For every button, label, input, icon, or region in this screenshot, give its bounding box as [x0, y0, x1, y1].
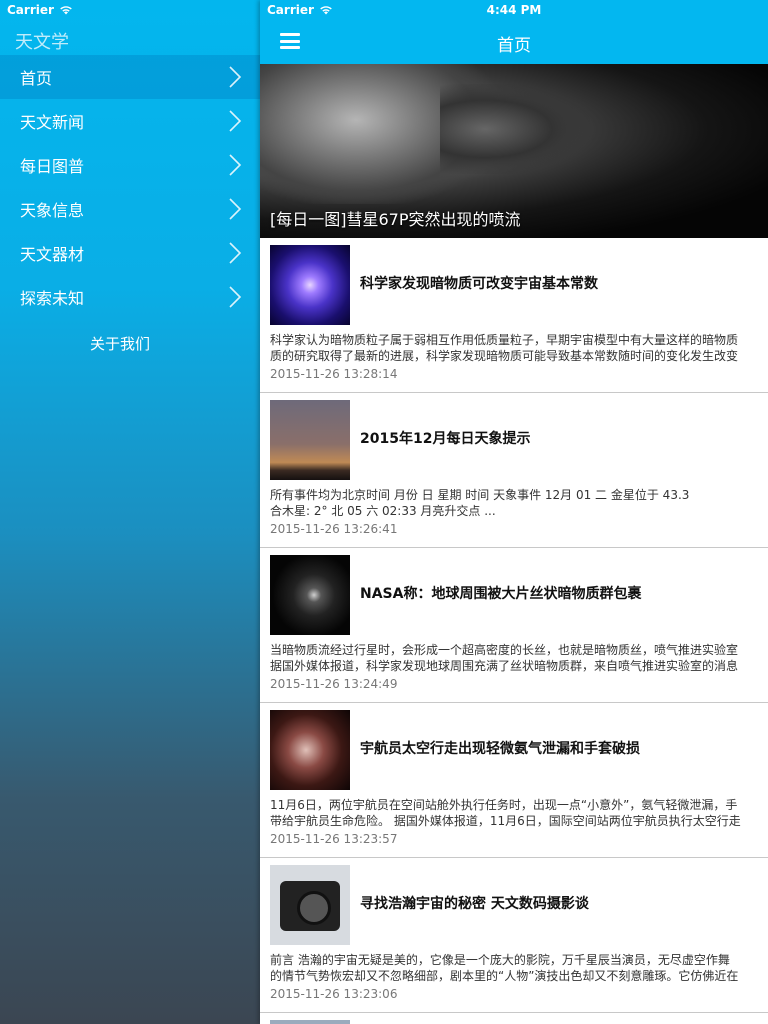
chevron-right-icon — [229, 154, 242, 176]
carrier-label: Carrier — [7, 3, 54, 17]
chevron-right-icon — [229, 242, 242, 264]
article-summary-line: 的情节气势恢宏却又不忽略细部，剧本里的“人物”演技出色却又不刻意雕琢。它仿佛近在 — [270, 969, 739, 983]
side-menu-list: 首页 天文新闻 每日图普 天象信息 天文器材 探索未知 — [0, 55, 260, 319]
article-item[interactable]: 宇航员太空行走出现轻微氨气泄漏和手套破损 11月6日，两位宇航员在空间站舱外执行… — [260, 703, 768, 858]
featured-banner[interactable]: [每日一图]彗星67P突然出现的喷流 — [260, 64, 768, 238]
article-item[interactable]: 2015年12月每日天象提示 所有事件均为北京时间 月份 日 星期 时间 天象事… — [260, 393, 768, 548]
article-summary-line: 前言 浩瀚的宇宙无疑是美的，它像是一个庞大的影院，万千星辰当演员，无尽虚空作舞 — [270, 953, 730, 967]
side-menu-item-equipment[interactable]: 天文器材 — [0, 231, 260, 275]
side-menu-item-label: 探索未知 — [20, 289, 85, 308]
side-menu: Carrier 天文学 首页 天文新闻 每日图普 天象信息 天文器材 探索未知 — [0, 0, 260, 1024]
side-menu-item-daily-picture[interactable]: 每日图普 — [0, 143, 260, 187]
article-summary: 11月6日，两位宇航员在空间站舱外执行任务时，出现一点“小意外”，氨气轻微泄漏，… — [270, 797, 768, 829]
article-summary-line: 11月6日，两位宇航员在空间站舱外执行任务时，出现一点“小意外”，氨气轻微泄漏，… — [270, 798, 738, 812]
article-item[interactable]: NASA称：地球周围被大片丝状暗物质群包裹 当暗物质流经过行星时，会形成一个超高… — [260, 548, 768, 703]
article-item[interactable]: 科学家发现暗物质可改变宇宙基本常数 科学家认为暗物质粒子属于弱相互作用低质量粒子… — [260, 238, 768, 393]
page-title: 首页 — [497, 36, 531, 56]
banner-image-comet-detail — [440, 84, 590, 174]
article-thumbnail — [270, 555, 350, 635]
app-title: 天文学 — [15, 32, 69, 53]
camera-icon — [280, 881, 340, 931]
article-summary-line: 带给宇航员生命危险。 据国外媒体报道，11月6日，国际空间站两位宇航员执行太空行… — [270, 814, 741, 828]
side-menu-item-astronomy-news[interactable]: 天文新闻 — [0, 99, 260, 143]
article-title: NASA称：地球周围被大片丝状暗物质群包裹 — [360, 586, 642, 602]
article-summary: 前言 浩瀚的宇宙无疑是美的，它像是一个庞大的影院，万千星辰当演员，无尽虚空作舞 … — [270, 952, 768, 984]
article-thumbnail — [270, 245, 350, 325]
article-item[interactable]: 寻找浩瀚宇宙的秘密 天文数码摄影谈 前言 浩瀚的宇宙无疑是美的，它像是一个庞大的… — [260, 858, 768, 1013]
article-summary-line: 所有事件均为北京时间 月份 日 星期 时间 天象事件 12月 01 二 金星位于… — [270, 488, 690, 502]
article-thumbnail — [270, 710, 350, 790]
article-timestamp: 2015-11-26 13:23:06 — [270, 987, 398, 1001]
article-title: 宇航员太空行走出现轻微氨气泄漏和手套破损 — [360, 741, 640, 757]
article-list: 科学家发现暗物质可改变宇宙基本常数 科学家认为暗物质粒子属于弱相互作用低质量粒子… — [260, 238, 768, 1013]
article-thumbnail — [270, 400, 350, 480]
article-summary: 所有事件均为北京时间 月份 日 星期 时间 天象事件 12月 01 二 金星位于… — [270, 487, 768, 519]
side-menu-item-label: 首页 — [20, 69, 53, 88]
side-menu-item-celestial-info[interactable]: 天象信息 — [0, 187, 260, 231]
article-timestamp: 2015-11-26 13:23:57 — [270, 832, 398, 846]
side-menu-item-label: 每日图普 — [20, 157, 85, 176]
article-summary-line: 质的研究取得了最新的进展，科学家发现暗物质可能导致基本常数随时间的变化发生改变 — [270, 349, 739, 363]
about-us-button[interactable]: 关于我们 — [0, 333, 240, 354]
side-menu-item-explore[interactable]: 探索未知 — [0, 275, 260, 319]
status-time: 4:44 PM — [486, 3, 542, 17]
side-menu-item-label: 天文器材 — [20, 245, 85, 264]
chevron-right-icon — [229, 110, 242, 132]
article-title: 2015年12月每日天象提示 — [360, 431, 531, 447]
article-summary: 科学家认为暗物质粒子属于弱相互作用低质量粒子，早期宇宙模型中有大量这样的暗物质 … — [270, 332, 768, 364]
banner-caption: [每日一图]彗星67P突然出现的喷流 — [270, 210, 521, 229]
main-content: Carrier 4:44 PM 首页 [每日一图]彗星67P突然出现的喷流 科学… — [260, 0, 768, 1024]
article-thumbnail — [270, 865, 350, 945]
article-timestamp: 2015-11-26 13:24:49 — [270, 677, 398, 691]
article-title: 寻找浩瀚宇宙的秘密 天文数码摄影谈 — [360, 896, 589, 912]
status-bar: Carrier — [7, 0, 257, 20]
article-summary-line: 合木星: 2° 北 05 六 02:33 月亮升交点 ... — [270, 504, 496, 518]
wifi-icon — [59, 5, 73, 15]
article-summary: 当暗物质流经过行星时，会形成一个超高密度的长丝，也就是暗物质丝，喷气推进实验室 … — [270, 642, 768, 674]
side-menu-item-label: 天象信息 — [20, 201, 85, 220]
article-thumbnail-partial — [270, 1020, 350, 1024]
chevron-right-icon — [229, 66, 242, 88]
article-summary-line: 科学家认为暗物质粒子属于弱相互作用低质量粒子，早期宇宙模型中有大量这样的暗物质 — [270, 333, 739, 347]
article-title: 科学家发现暗物质可改变宇宙基本常数 — [360, 276, 598, 292]
chevron-right-icon — [229, 198, 242, 220]
article-summary-line: 据国外媒体报道，科学家发现地球周围充满了丝状暗物质群，来自喷气推进实验室的消息 — [270, 659, 739, 673]
navigation-bar: Carrier 4:44 PM 首页 — [260, 0, 768, 64]
side-menu-item-label: 天文新闻 — [20, 113, 85, 132]
article-timestamp: 2015-11-26 13:26:41 — [270, 522, 398, 536]
article-timestamp: 2015-11-26 13:28:14 — [270, 367, 398, 381]
chevron-right-icon — [229, 286, 242, 308]
article-summary-line: 当暗物质流经过行星时，会形成一个超高密度的长丝，也就是暗物质丝，喷气推进实验室 — [270, 643, 739, 657]
side-menu-item-home[interactable]: 首页 — [0, 55, 260, 99]
